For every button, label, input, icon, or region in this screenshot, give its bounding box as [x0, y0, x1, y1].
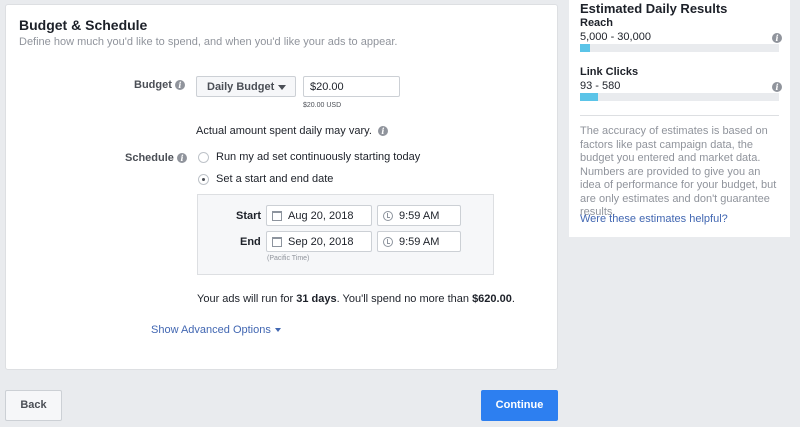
advanced-link-text: Show Advanced Options [151, 324, 271, 336]
chevron-down-icon [278, 85, 286, 90]
info-icon[interactable]: i [176, 153, 187, 164]
section-subtitle: Define how much you'd like to spend, and… [19, 36, 398, 48]
info-icon[interactable]: i [772, 33, 782, 43]
spend-vary-text: Actual amount spent daily may vary. [196, 125, 372, 137]
budget-label-text: Budget [134, 79, 172, 91]
schedule-summary: Your ads will run for 31 days. You'll sp… [197, 293, 515, 305]
end-time-value: 9:59 AM [399, 236, 440, 248]
timezone-note: (Pacific Time) [267, 255, 310, 262]
summary-amount: $620.00 [472, 293, 512, 305]
start-label: Start [236, 210, 262, 222]
estimates-title: Estimated Daily Results [580, 1, 728, 16]
back-button[interactable]: Back [5, 390, 62, 421]
summary-prefix: Your ads will run for [197, 293, 297, 305]
divider [580, 115, 779, 116]
summary-middle: . You'll spend no more than [336, 293, 473, 305]
end-time-input[interactable]: 9:59 AM [377, 231, 461, 252]
budget-currency-hint: $20.00 USD [303, 102, 342, 109]
reach-label: Reach [580, 17, 614, 29]
summary-suffix: . [511, 293, 515, 305]
link-clicks-bar [580, 93, 779, 101]
section-title: Budget & Schedule [19, 17, 148, 33]
continue-button[interactable]: Continue [481, 390, 558, 421]
start-date-value: Aug 20, 2018 [288, 210, 354, 222]
info-icon[interactable]: i [772, 82, 782, 92]
estimated-results-panel: Estimated Daily Results Reach 5,000 - 30… [569, 0, 790, 237]
radio-run-continuously[interactable] [198, 152, 209, 163]
calendar-icon [272, 211, 282, 221]
schedule-label-text: Schedule [125, 152, 174, 164]
summary-days: 31 days [296, 293, 337, 305]
budget-label: Budget i [134, 79, 185, 91]
clock-icon [383, 237, 393, 247]
info-icon[interactable]: i [377, 126, 388, 137]
show-advanced-options-link[interactable]: Show Advanced Options [151, 324, 281, 336]
radio-start-end-date-label[interactable]: Set a start and end date [216, 173, 333, 185]
start-time-value: 9:59 AM [399, 210, 440, 222]
radio-run-continuously-label[interactable]: Run my ad set continuously starting toda… [216, 151, 420, 163]
reach-range: 5,000 - 30,000 [580, 31, 651, 43]
clock-icon [383, 211, 393, 221]
link-clicks-label: Link Clicks [580, 66, 639, 78]
estimates-helpful-link[interactable]: Were these estimates helpful? [580, 213, 728, 225]
budget-amount-input[interactable]: $20.00 [303, 76, 400, 97]
reach-bar [580, 44, 779, 52]
info-icon[interactable]: i [174, 80, 185, 91]
estimates-note: The accuracy of estimates is based on fa… [580, 125, 777, 218]
reach-bar-fill [580, 44, 590, 52]
start-date-input[interactable]: Aug 20, 2018 [266, 205, 372, 226]
budget-type-dropdown[interactable]: Daily Budget [196, 76, 296, 97]
spend-vary-note: Actual amount spent daily may vary. i [196, 125, 388, 137]
budget-schedule-panel: Budget & Schedule Define how much you'd … [5, 4, 558, 370]
link-clicks-bar-fill [580, 93, 598, 101]
radio-start-end-date[interactable] [198, 174, 209, 185]
budget-type-value: Daily Budget [207, 81, 275, 93]
chevron-down-icon [274, 328, 281, 333]
link-clicks-range: 93 - 580 [580, 80, 621, 92]
end-date-input[interactable]: Sep 20, 2018 [266, 231, 372, 252]
calendar-icon [272, 237, 282, 247]
end-label: End [240, 236, 261, 248]
end-date-value: Sep 20, 2018 [288, 236, 354, 248]
start-time-input[interactable]: 9:59 AM [377, 205, 461, 226]
schedule-label: Schedule i [125, 152, 187, 164]
